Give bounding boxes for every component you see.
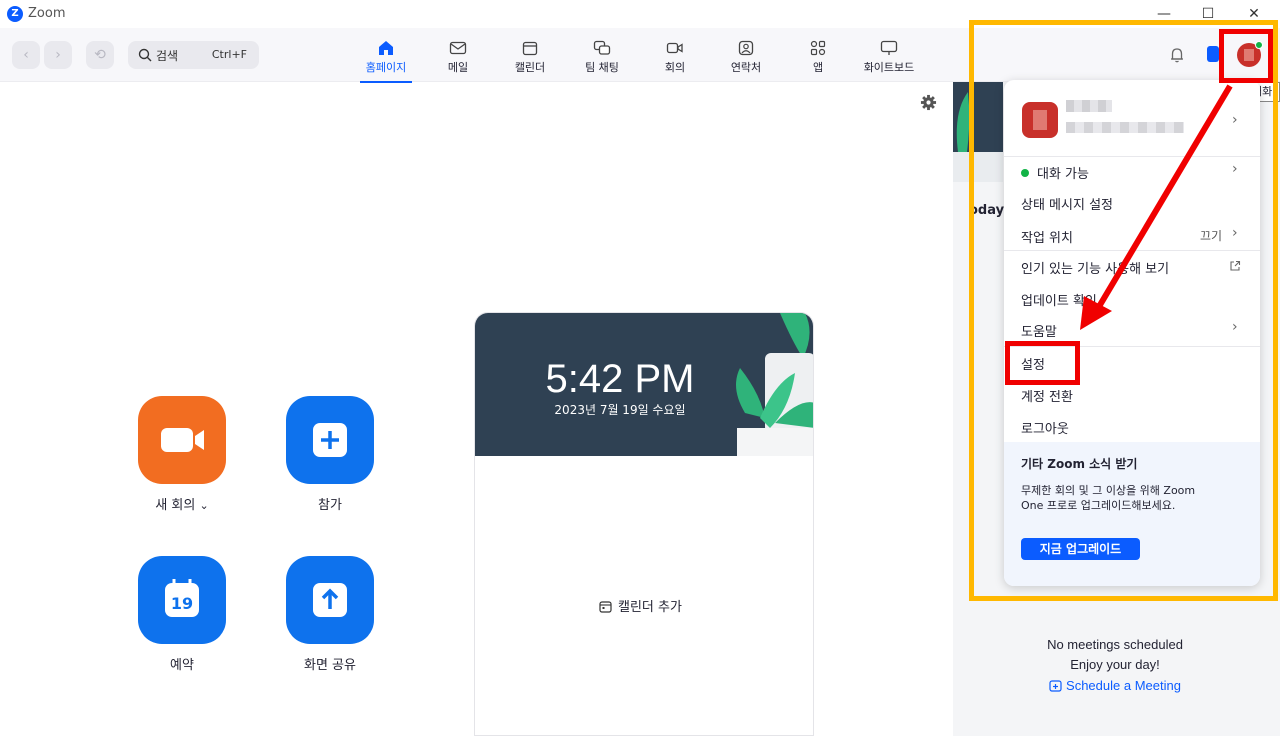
current-time: 5:42 PM — [545, 357, 695, 401]
add-calendar-label: 캘린더 추가 — [618, 600, 682, 615]
join-label: 참가 — [318, 498, 342, 513]
new-meeting-label: 새 회의 ⌄ — [122, 494, 242, 513]
new-meeting-caret-icon[interactable]: ⌄ — [199, 499, 208, 512]
tab-team-chat[interactable]: 팀 채팅 — [584, 40, 620, 76]
search-label: 검색 — [156, 49, 179, 63]
settings-gear-icon[interactable] — [920, 94, 937, 111]
history-button[interactable]: ⟲ — [86, 41, 114, 69]
share-screen-label: 화면 공유 — [304, 658, 356, 673]
new-meeting-button[interactable] — [138, 396, 226, 484]
calendar-day-number: 19 — [170, 594, 194, 613]
zoom-logo-icon: Z — [7, 6, 23, 22]
video-camera-icon — [161, 428, 204, 452]
whiteboard-icon — [880, 40, 898, 55]
search-shortcut: Ctrl+F — [211, 48, 247, 61]
share-arrow-icon — [313, 583, 347, 617]
tab-calendar[interactable]: 캘린더 — [512, 40, 548, 76]
tab-whiteboard[interactable]: 화이트보드 — [861, 40, 917, 76]
tab-mail-label: 메일 — [447, 61, 469, 74]
current-date: 2023년 7월 19일 수요일 — [554, 403, 686, 417]
tab-home-label: 홈페이지 — [365, 61, 407, 74]
join-button[interactable] — [286, 396, 374, 484]
calendar-plus-icon — [1049, 680, 1062, 692]
tab-contacts-label: 연락처 — [730, 61, 762, 74]
back-button[interactable]: ‹ — [12, 41, 40, 69]
window-title: Zoom — [28, 6, 66, 21]
clock-card: 5:42 PM 2023년 7월 19일 수요일 캘린더 추가 — [474, 312, 814, 736]
video-icon — [666, 42, 683, 54]
forward-button[interactable]: › — [44, 41, 72, 69]
share-screen-button[interactable] — [286, 556, 374, 644]
annotation-settings-box — [1005, 341, 1080, 385]
tab-apps-label: 앱 — [812, 61, 824, 74]
home-icon — [379, 41, 393, 55]
enjoy-day-line: Enjoy your day! — [1070, 657, 1160, 672]
clock-header: 5:42 PM 2023년 7월 19일 수요일 — [475, 313, 813, 456]
tab-apps[interactable]: 앱 — [808, 40, 828, 76]
new-meeting-text: 새 회의 — [155, 498, 196, 513]
annotation-avatar-box — [1219, 29, 1273, 83]
no-meetings-line: No meetings scheduled — [1047, 637, 1183, 652]
tab-contacts[interactable]: 연락처 — [728, 40, 764, 76]
calendar-small-icon — [599, 601, 612, 613]
search-input[interactable]: 검색 Ctrl+F — [128, 41, 259, 69]
annotation-highlight-box — [969, 20, 1278, 601]
tab-mail[interactable]: 메일 — [445, 40, 471, 76]
plus-icon — [313, 423, 347, 457]
schedule-label: 예약 — [170, 658, 194, 673]
tab-whiteboard-label: 화이트보드 — [863, 61, 915, 74]
search-icon — [138, 48, 152, 62]
contacts-icon — [738, 40, 754, 56]
schedule-meeting-label: Schedule a Meeting — [1066, 678, 1181, 693]
tab-meetings[interactable]: 회의 — [662, 40, 688, 76]
calendar-icon — [522, 41, 538, 56]
schedule-meeting-link[interactable]: Schedule a Meeting — [1000, 678, 1230, 693]
tab-calendar-label: 캘린더 — [514, 61, 546, 74]
no-meetings-text: No meetings scheduled Enjoy your day! — [1000, 635, 1230, 675]
apps-icon — [810, 40, 826, 56]
mail-icon — [449, 41, 467, 55]
chat-icon — [593, 40, 611, 55]
tab-team-chat-label: 팀 채팅 — [585, 61, 619, 74]
tab-meetings-label: 회의 — [664, 61, 686, 74]
add-calendar-link[interactable]: 캘린더 추가 — [599, 596, 682, 615]
schedule-button[interactable]: 19 — [138, 556, 226, 644]
tab-home[interactable]: 홈페이지 — [360, 40, 412, 83]
